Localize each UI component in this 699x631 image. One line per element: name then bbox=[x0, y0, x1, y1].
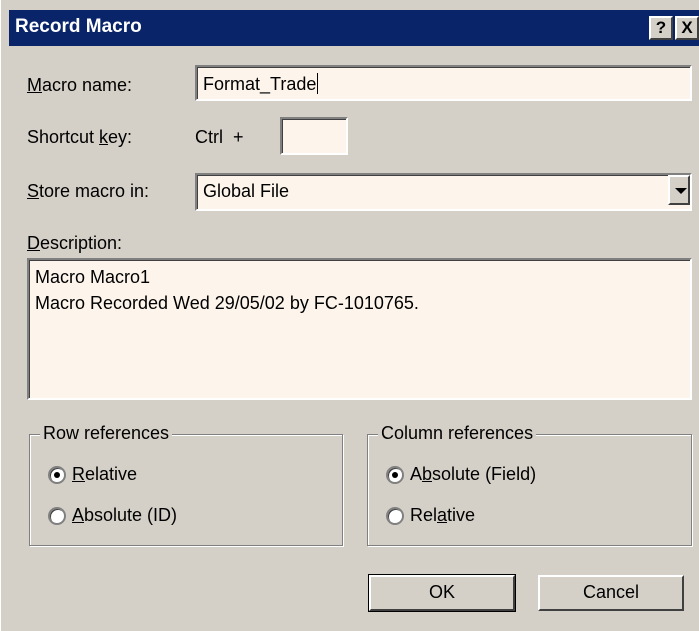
column-references-group: Column references Absolute (Field) Relat… bbox=[367, 423, 692, 546]
store-macro-label: Store macro in: bbox=[27, 181, 150, 201]
text-caret bbox=[317, 73, 319, 94]
macro-name-input[interactable]: Format_Trade bbox=[195, 65, 692, 101]
close-icon: X bbox=[681, 18, 693, 37]
record-macro-dialog: Record Macro ? X Macro name: Format_Trad… bbox=[0, 0, 699, 631]
shortcut-ctrl-prefix: Ctrl + bbox=[195, 127, 244, 147]
description-text: Macro Macro1 Macro Recorded Wed 29/05/02 … bbox=[35, 264, 419, 316]
close-button[interactable]: X bbox=[675, 16, 699, 40]
radio-checked-icon[interactable] bbox=[48, 466, 66, 484]
description-textarea[interactable]: Macro Macro1 Macro Recorded Wed 29/05/02 … bbox=[27, 258, 692, 400]
description-line-1: Macro Macro1 bbox=[35, 267, 151, 287]
description-line-2: Macro Recorded Wed 29/05/02 by FC-101076… bbox=[35, 293, 419, 313]
row-references-title: Row references bbox=[40, 423, 173, 444]
help-icon: ? bbox=[655, 18, 667, 37]
macro-name-label: Macro name: bbox=[27, 75, 133, 95]
ok-button[interactable]: OK bbox=[368, 574, 516, 612]
cancel-button[interactable]: Cancel bbox=[538, 575, 684, 611]
window-title: Record Macro bbox=[15, 16, 142, 37]
store-macro-value: Global File bbox=[203, 181, 290, 201]
help-button[interactable]: ? bbox=[649, 16, 673, 40]
radio-unchecked-icon[interactable] bbox=[48, 507, 66, 525]
shortcut-key-label: Shortcut key: bbox=[27, 127, 133, 147]
radio-checked-icon[interactable] bbox=[386, 466, 404, 484]
column-references-title: Column references bbox=[378, 423, 537, 444]
title-bar[interactable]: Record Macro ? X bbox=[9, 10, 699, 46]
description-label: Description: bbox=[27, 233, 123, 253]
store-macro-select[interactable]: Global File bbox=[195, 173, 692, 211]
macro-name-value: Format_Trade bbox=[203, 73, 319, 94]
radio-unchecked-icon[interactable] bbox=[386, 507, 404, 525]
row-references-group: Row references Relative Absolute (ID) bbox=[29, 423, 343, 546]
shortcut-key-input[interactable] bbox=[280, 117, 348, 155]
chevron-down-icon[interactable] bbox=[668, 175, 690, 205]
